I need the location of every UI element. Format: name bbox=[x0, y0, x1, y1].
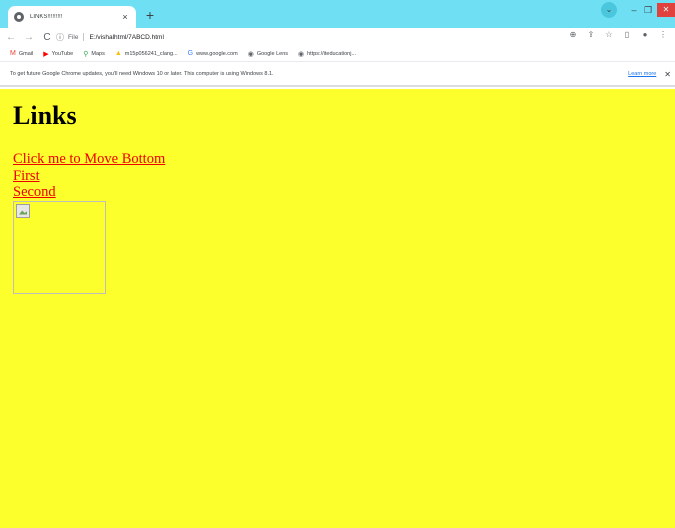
new-tab-button[interactable]: + bbox=[142, 7, 158, 23]
bookmark-iteducation[interactable]: ◉ https://iteducationj... bbox=[298, 50, 356, 58]
forward-icon[interactable]: → bbox=[22, 32, 36, 43]
google-icon: G bbox=[187, 50, 194, 57]
page-content: Links Click me to Move Bottom First Seco… bbox=[0, 89, 675, 528]
broken-image-icon bbox=[16, 203, 30, 218]
bookmark-label: Google Lens bbox=[256, 50, 289, 57]
bookmark-label: https://iteducationj... bbox=[307, 50, 357, 57]
site-info-icon[interactable]: ⓘ bbox=[56, 32, 64, 43]
url-text[interactable]: E:/vishalhtml/7ABCD.html bbox=[89, 34, 163, 41]
zoom-icon[interactable]: ⊕ bbox=[565, 30, 581, 39]
toolbar-actions: ⊕ ⇪ ☆ ▯ ● ⋮ bbox=[563, 30, 671, 39]
infobar-message: To get future Google Chrome updates, you… bbox=[10, 71, 274, 77]
profile-icon[interactable]: ● bbox=[637, 30, 653, 39]
link-second[interactable]: Second bbox=[13, 184, 675, 201]
share-icon[interactable]: ⇪ bbox=[583, 30, 599, 39]
url-separator bbox=[83, 33, 85, 41]
bookmark-google[interactable]: G www.google.com bbox=[188, 50, 238, 57]
bookmark-label: m15p056241_clang... bbox=[124, 50, 178, 57]
bookmark-star-icon[interactable]: ☆ bbox=[601, 30, 617, 39]
back-icon[interactable]: ← bbox=[4, 32, 18, 43]
bookmark-label: Maps bbox=[91, 50, 105, 57]
link-list: Click me to Move Bottom First Second bbox=[13, 151, 675, 201]
browser-toolbar: ← → C ⓘ File E:/vishalhtml/7ABCD.html ⊕ … bbox=[0, 28, 675, 46]
bookmark-gmail[interactable]: M Gmail bbox=[10, 50, 33, 57]
minimize-button[interactable]: – bbox=[627, 5, 641, 15]
window-controls: ⌄ – ❐ ✕ bbox=[601, 0, 675, 20]
tab-strip: LINKS!!!!!!!!! × + ⌄ – ❐ ✕ bbox=[0, 0, 675, 28]
youtube-icon: ▶ bbox=[43, 50, 49, 58]
link-move-bottom[interactable]: Click me to Move Bottom bbox=[13, 151, 675, 168]
menu-icon[interactable]: ⋮ bbox=[655, 30, 671, 39]
bookmark-label: Gmail bbox=[18, 50, 34, 57]
gmail-icon: M bbox=[10, 50, 16, 57]
tab-strip-accent bbox=[0, 6, 4, 28]
side-panel-icon[interactable]: ▯ bbox=[619, 30, 635, 39]
update-infobar: To get future Google Chrome updates, you… bbox=[0, 63, 675, 87]
bookmark-youtube[interactable]: ▶ YouTube bbox=[43, 50, 73, 58]
link-first[interactable]: First bbox=[13, 168, 675, 185]
active-tab[interactable]: LINKS!!!!!!!!! × bbox=[8, 6, 136, 28]
close-window-button[interactable]: ✕ bbox=[657, 3, 675, 17]
restore-button[interactable]: ❐ bbox=[641, 5, 655, 16]
bookmark-google-lens[interactable]: ◉ Google Lens bbox=[248, 50, 288, 58]
address-bar[interactable]: ⓘ File E:/vishalhtml/7ABCD.html bbox=[56, 30, 576, 44]
url-scheme: File bbox=[68, 33, 79, 41]
learn-more-link[interactable]: Learn more bbox=[628, 71, 656, 77]
reload-icon[interactable]: C bbox=[40, 32, 54, 43]
drive-icon: ▲ bbox=[114, 50, 122, 57]
bookmarks-bar: M Gmail ▶ YouTube ⚲ Maps ▲ m15p056241_cl… bbox=[0, 46, 675, 62]
globe-icon bbox=[14, 12, 24, 22]
tab-title: LINKS!!!!!!!!! bbox=[30, 14, 63, 20]
maps-pin-icon: ⚲ bbox=[83, 50, 89, 58]
bookmark-label: www.google.com bbox=[196, 50, 238, 57]
bookmark-label: YouTube bbox=[51, 50, 74, 57]
infobar-close-icon[interactable]: ✕ bbox=[664, 70, 671, 79]
globe-icon: ◉ bbox=[247, 50, 254, 58]
bookmark-drive[interactable]: ▲ m15p056241_clang... bbox=[115, 50, 178, 57]
bookmark-maps[interactable]: ⚲ Maps bbox=[83, 50, 105, 58]
broken-image bbox=[13, 200, 106, 294]
tab-close-icon[interactable]: × bbox=[120, 12, 130, 22]
globe-icon: ◉ bbox=[298, 50, 305, 58]
tab-search-icon[interactable]: ⌄ bbox=[601, 2, 617, 18]
page-heading: Links bbox=[13, 101, 77, 130]
